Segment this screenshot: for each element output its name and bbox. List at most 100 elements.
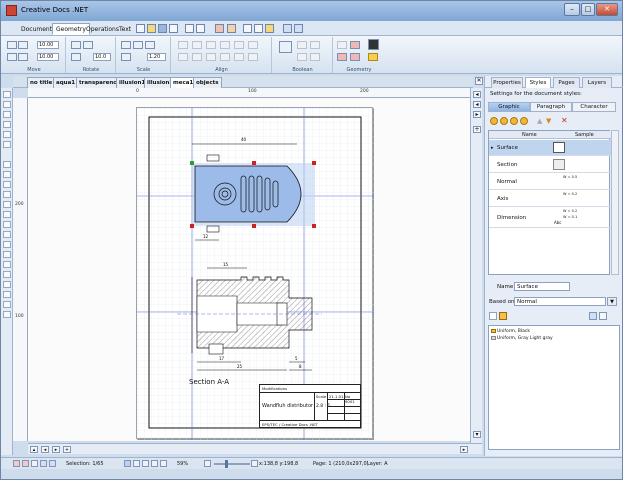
style-list-scrollbar[interactable] (611, 130, 619, 275)
ellipse-tool-icon[interactable] (3, 191, 11, 198)
status-toggle-icon[interactable] (49, 460, 56, 467)
zoom-slider[interactable] (214, 463, 250, 465)
style-row-surface[interactable]: ▸ Surface (489, 140, 611, 156)
align-middle-icon[interactable] (234, 41, 244, 49)
hand-tool-icon[interactable] (3, 131, 11, 138)
move-up-style-icon[interactable]: ▲ (537, 117, 542, 125)
geo-line-icon[interactable] (337, 41, 347, 49)
move-x-input[interactable]: 10.00 (37, 41, 59, 49)
geo-fill-icon[interactable] (368, 39, 379, 50)
cut-icon[interactable] (227, 24, 236, 33)
zoom-selection-icon[interactable] (151, 460, 158, 467)
new-style-icon[interactable] (490, 117, 498, 125)
page-prev-icon[interactable]: ◂ (473, 101, 481, 108)
rotate-left-icon[interactable] (71, 53, 81, 61)
style-row-normal[interactable]: Normal W = 0.5 (489, 174, 611, 190)
fill-property-icon[interactable] (499, 312, 507, 320)
subtab-graphic[interactable]: Graphic (488, 102, 530, 112)
array-tool-icon[interactable] (3, 291, 11, 298)
bool-xor-icon[interactable] (297, 53, 307, 61)
chevron-down-icon[interactable]: ▼ (607, 297, 617, 306)
zoom-tool-icon[interactable] (3, 121, 11, 128)
style-options-icon[interactable] (510, 117, 518, 125)
scroll-down-icon[interactable]: ▾ (473, 431, 481, 438)
combine-icon[interactable] (279, 41, 292, 53)
scale-flip-v-icon[interactable] (133, 41, 143, 49)
style-name-input[interactable]: Surface (514, 282, 570, 291)
copy-icon[interactable] (243, 24, 252, 33)
maximize-button[interactable]: □ (581, 3, 595, 16)
close-button[interactable]: ✕ (596, 3, 618, 16)
circle-tool-icon[interactable] (3, 181, 11, 188)
align-top-icon[interactable] (220, 41, 230, 49)
surface-tool-icon[interactable] (3, 221, 11, 228)
picker-tool-icon[interactable] (3, 141, 11, 148)
doc-tab-aqua1[interactable]: aqua1 (53, 77, 79, 88)
distribute-h-icon[interactable] (178, 53, 188, 61)
undo-icon[interactable] (185, 24, 194, 33)
align-left-icon[interactable] (178, 41, 188, 49)
status-toggle-icon[interactable] (40, 460, 47, 467)
move-up-icon[interactable] (18, 53, 28, 61)
dimension-tool-icon[interactable] (3, 311, 11, 318)
move-down-style-icon[interactable]: ▼ (546, 117, 551, 125)
move-left-icon[interactable] (7, 41, 17, 49)
align-grid-icon[interactable] (206, 53, 216, 61)
style-row-dimension[interactable]: Dimension W = 0.2 W = 0.1 Abc (489, 208, 611, 228)
bezier-tool-icon[interactable] (3, 241, 11, 248)
doc-tab-objects[interactable]: objects (193, 77, 222, 88)
tab-pages[interactable]: Pages (553, 77, 580, 88)
save-icon[interactable] (158, 24, 167, 33)
tab-styles[interactable]: Styles (525, 77, 551, 88)
minimize-button[interactable]: – (564, 3, 580, 16)
move-down-icon[interactable] (7, 53, 17, 61)
volume-tool-icon[interactable] (3, 231, 11, 238)
ungroup-icon[interactable] (294, 24, 303, 33)
regular-tool-icon[interactable] (3, 211, 11, 218)
adjust-icon[interactable] (234, 53, 244, 61)
zoom-out-icon[interactable] (204, 460, 211, 467)
new-document-icon[interactable] (136, 24, 145, 33)
add-page-icon[interactable]: + (473, 126, 481, 133)
zoom-in-icon[interactable] (251, 460, 258, 467)
status-toggle-icon[interactable] (13, 460, 20, 467)
rotate-cw-icon[interactable] (71, 41, 81, 49)
edit-tool-icon[interactable] (3, 111, 11, 118)
print-icon[interactable] (169, 24, 178, 33)
geo-arc-icon[interactable] (350, 41, 360, 49)
open-icon[interactable] (147, 24, 156, 33)
rotate-ccw-icon[interactable] (83, 41, 93, 49)
style-row-section[interactable]: Section (489, 157, 611, 173)
status-toggle-icon[interactable] (31, 460, 38, 467)
scale-shrink-icon[interactable] (121, 53, 131, 61)
geo-star-icon[interactable] (368, 53, 378, 61)
page-next-icon[interactable]: ▸ (473, 111, 481, 118)
scale-flip-h-icon[interactable] (121, 41, 131, 49)
add-layer-icon[interactable]: + (63, 446, 71, 453)
zoom-previous-icon[interactable] (160, 460, 167, 467)
horizontal-scroll[interactable]: ▴ ◂ ▸ + ▸ (28, 443, 482, 454)
status-toggle-icon[interactable] (22, 460, 29, 467)
align-center-icon[interactable] (192, 41, 202, 49)
duplicate-style-icon[interactable] (500, 117, 508, 125)
collapse-icon[interactable] (599, 312, 607, 320)
tab-properties[interactable]: Properties (491, 77, 523, 88)
subtab-character[interactable]: Character (572, 102, 616, 112)
scale-up-icon[interactable] (145, 41, 155, 49)
tab-layers[interactable]: Layers (582, 77, 612, 88)
text-line-tool-icon[interactable] (3, 271, 11, 278)
poly-tool-icon[interactable] (3, 251, 11, 258)
layer-up-icon[interactable]: ▴ (30, 446, 38, 453)
delete-icon[interactable] (215, 24, 224, 33)
style-list[interactable]: Name Sample ▸ Surface Section Normal W =… (488, 130, 611, 275)
redo-icon[interactable] (196, 24, 205, 33)
style-apply-icon[interactable] (520, 117, 528, 125)
image-tool-icon[interactable] (3, 301, 11, 308)
zoom-default-icon[interactable] (142, 460, 149, 467)
move-right-icon[interactable] (18, 41, 28, 49)
layer-prev-icon[interactable]: ◂ (41, 446, 49, 453)
zoom-page-icon[interactable] (124, 460, 131, 467)
geo-bezier-icon[interactable] (350, 53, 360, 61)
global-select-tool-icon[interactable] (3, 101, 11, 108)
move-y-input[interactable]: 10.00 (37, 53, 59, 61)
